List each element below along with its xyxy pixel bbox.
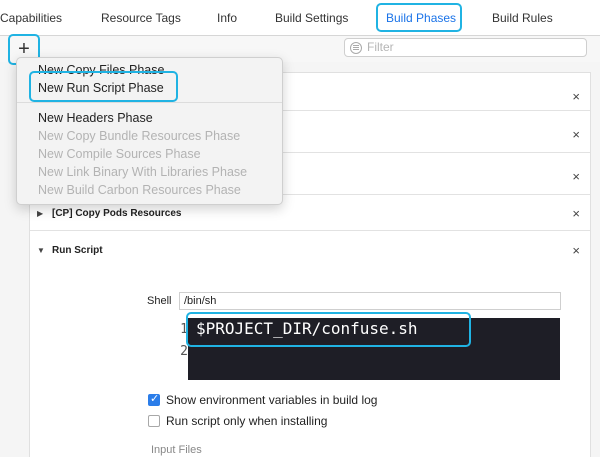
script-code-line: $PROJECT_DIR/confuse.sh (196, 319, 418, 338)
filter-input[interactable]: Filter (344, 38, 587, 57)
menu-item-new-build-carbon-resources-phase: New Build Carbon Resources Phase (38, 183, 241, 197)
menu-separator (17, 102, 282, 103)
close-icon[interactable]: × (572, 127, 580, 142)
only-installing-label: Run script only when installing (166, 414, 328, 428)
shell-input[interactable]: /bin/sh (179, 292, 561, 310)
show-env-option[interactable]: Show environment variables in build log (148, 392, 378, 407)
script-editor[interactable]: $PROJECT_DIR/confuse.sh (188, 318, 560, 380)
show-env-label: Show environment variables in build log (166, 393, 378, 407)
menu-item-new-headers-phase[interactable]: New Headers Phase (38, 111, 153, 125)
tab-build-rules[interactable]: Build Rules (492, 0, 553, 36)
phase-title: [CP] Copy Pods Resources (52, 208, 182, 219)
only-installing-checkbox[interactable] (148, 415, 160, 427)
add-phase-menu: New Copy Files Phase New Run Script Phas… (16, 57, 283, 205)
phase-row-run-script[interactable]: ▼ Run Script × (30, 231, 590, 261)
close-icon[interactable]: × (572, 243, 580, 258)
tab-build-settings[interactable]: Build Settings (275, 0, 348, 36)
only-installing-option[interactable]: Run script only when installing (148, 414, 327, 428)
menu-item-new-link-binary-phase: New Link Binary With Libraries Phase (38, 165, 248, 179)
line-number-gutter: 1 2 (170, 318, 188, 380)
close-icon[interactable]: × (572, 206, 580, 221)
close-icon[interactable]: × (572, 89, 580, 104)
tab-build-phases[interactable]: Build Phases (386, 0, 456, 36)
menu-item-new-copy-files-phase[interactable]: New Copy Files Phase (38, 63, 164, 77)
line-number: 2 (180, 344, 188, 359)
input-files-label: Input Files (151, 444, 202, 456)
menu-item-new-copy-bundle-resources-phase: New Copy Bundle Resources Phase (38, 129, 241, 143)
disclosure-collapsed-icon[interactable]: ▶ (37, 209, 43, 218)
filter-icon (350, 42, 362, 54)
shell-label: Shell (147, 295, 172, 307)
filter-placeholder: Filter (367, 40, 394, 54)
menu-item-new-compile-sources-phase: New Compile Sources Phase (38, 147, 201, 161)
phase-title: Run Script (52, 245, 103, 256)
menu-item-new-run-script-phase[interactable]: New Run Script Phase (38, 81, 164, 95)
tab-capabilities[interactable]: Capabilities (0, 0, 62, 36)
tab-bar: Capabilities Resource Tags Info Build Se… (0, 0, 600, 36)
show-env-checkbox[interactable] (148, 392, 160, 406)
close-icon[interactable]: × (572, 169, 580, 184)
line-number: 1 (180, 322, 188, 337)
tab-resource-tags[interactable]: Resource Tags (101, 0, 181, 36)
disclosure-open-icon[interactable]: ▼ (37, 246, 45, 255)
tab-info[interactable]: Info (217, 0, 237, 36)
